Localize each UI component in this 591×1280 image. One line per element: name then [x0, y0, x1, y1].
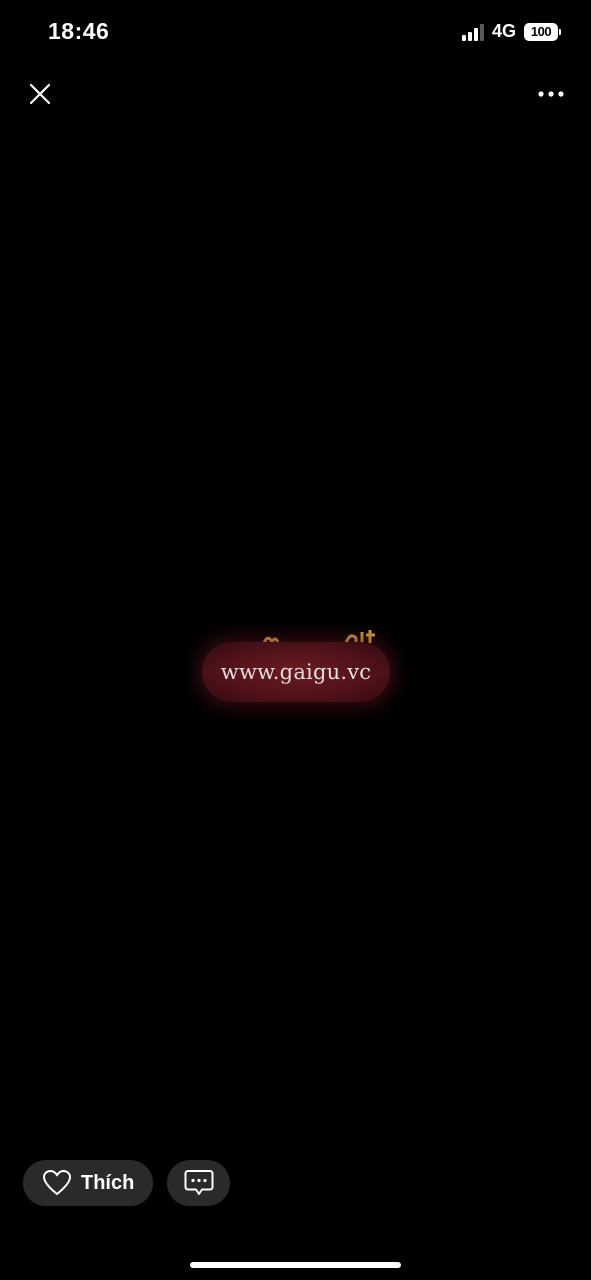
close-button[interactable]	[24, 78, 56, 110]
photo-viewer-screen: 18:46 4G 100 www.gaigu.vc Thích	[0, 0, 591, 1280]
comment-bubble-icon	[184, 1170, 213, 1195]
close-icon	[29, 83, 51, 105]
heart-outline-icon	[43, 1170, 71, 1196]
media-content[interactable]	[0, 130, 591, 1150]
more-horizontal-icon	[538, 91, 564, 97]
status-time: 18:46	[48, 18, 110, 44]
comment-button[interactable]	[167, 1160, 230, 1206]
watermark-badge: www.gaigu.vc	[202, 642, 390, 702]
like-label: Thích	[81, 1171, 135, 1194]
status-bar: 18:46 4G 100	[0, 0, 591, 64]
status-indicators: 4G 100	[461, 21, 561, 42]
more-options-button[interactable]	[535, 80, 567, 108]
cellular-signal-icon	[461, 23, 484, 41]
like-button[interactable]: Thích	[23, 1160, 153, 1206]
home-indicator[interactable]	[190, 1262, 401, 1268]
battery-icon: 100	[524, 22, 561, 41]
watermark-text: www.gaigu.vc	[220, 660, 372, 684]
network-type-label: 4G	[491, 21, 516, 41]
battery-level: 100	[524, 22, 558, 41]
